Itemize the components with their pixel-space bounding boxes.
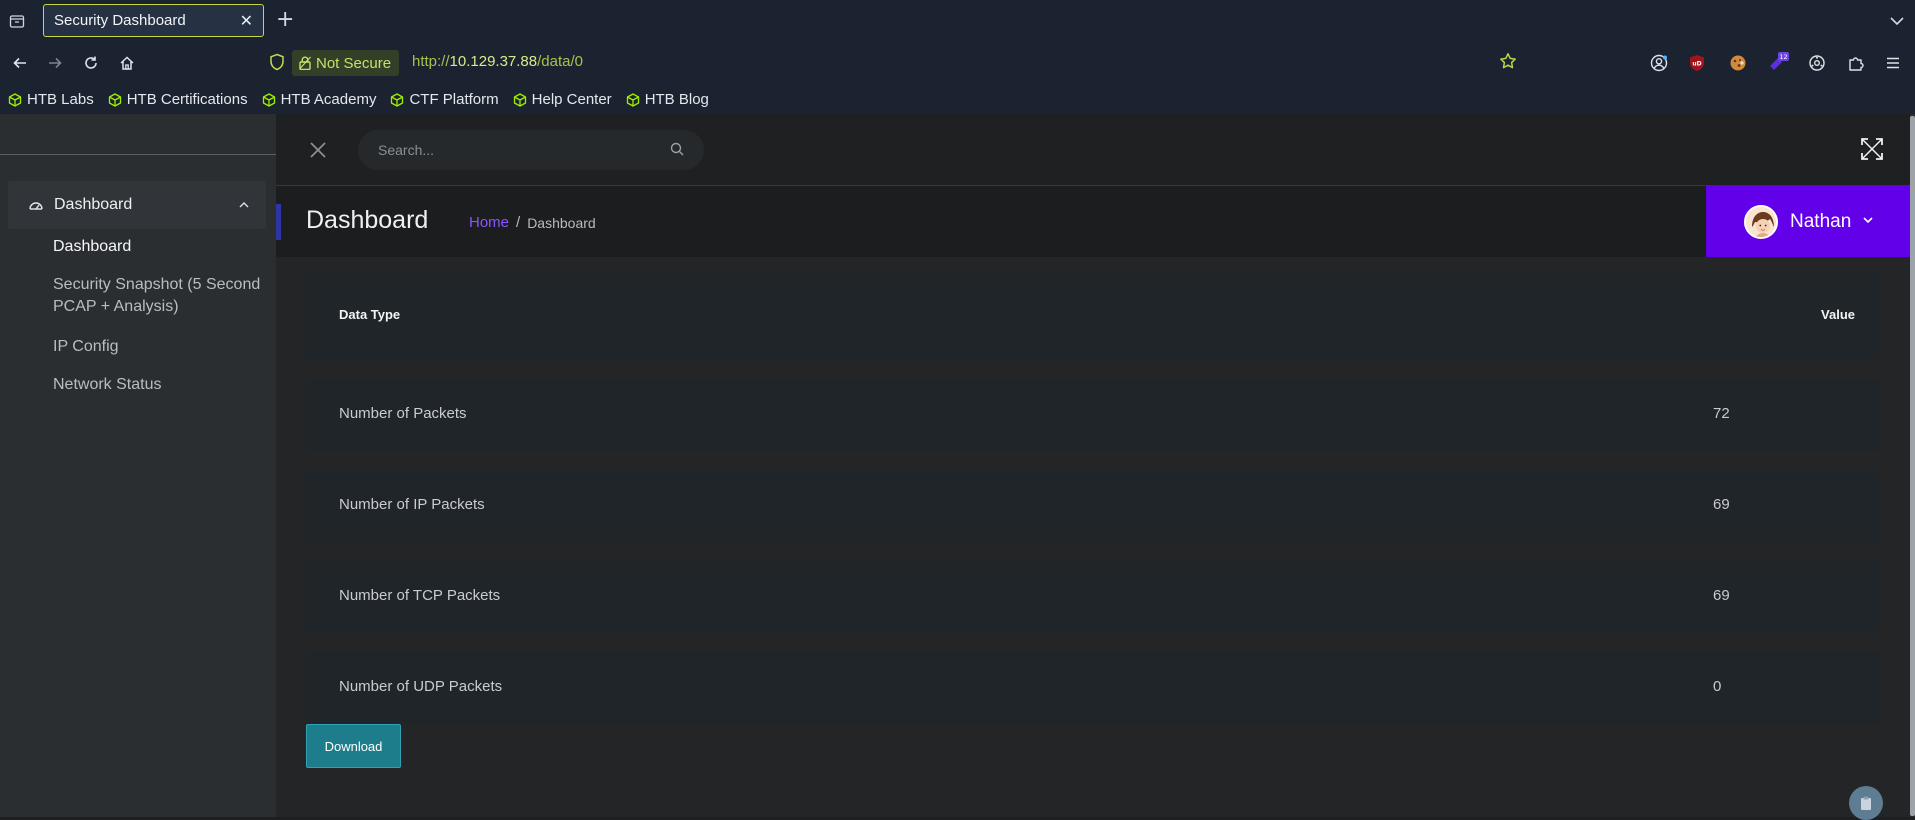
floating-chat-button[interactable] [1849,786,1883,820]
chevron-down-icon [1861,212,1875,231]
breadcrumb-home-link[interactable]: Home [469,214,509,231]
htb-cube-icon [108,92,121,107]
extensions-puzzle-icon[interactable] [1845,52,1867,74]
search-icon[interactable] [670,141,684,160]
table-row: Number of Packets 72 [306,379,1880,451]
svg-text:uD: uD [1692,61,1701,68]
extension-badge-count: 12 [1779,53,1787,61]
scrollbar-thumb[interactable] [1910,116,1915,816]
browser-tab[interactable]: Security Dashboard ✕ [43,4,264,37]
tab-close-icon[interactable]: ✕ [240,11,253,31]
url-bar[interactable]: http://10.129.37.88/data/0 [412,53,583,70]
table-row: Number of UDP Packets 0 [306,652,1880,724]
purple-extension-icon[interactable]: 12 [1767,52,1789,74]
bookmark-label: CTF Platform [409,91,499,108]
bookmark-label: HTB Blog [644,91,709,108]
bookmark-label: HTB Labs [27,91,94,108]
clipboard-icon [1861,796,1871,810]
cell-value: 69 [1713,587,1730,604]
bookmark-star-icon[interactable] [1499,52,1517,74]
bookmark-htb-labs[interactable]: HTB Labs [8,91,94,108]
ublock-origin-icon[interactable]: uD [1686,52,1708,74]
url-prefix: http:// [412,53,450,70]
fullscreen-icon[interactable] [1859,136,1885,166]
page-scrollbar[interactable] [1910,114,1915,817]
forward-icon[interactable] [44,52,66,74]
search-input[interactable] [378,142,670,158]
dashboard-gauge-icon [29,202,43,210]
page-title: Dashboard [306,206,429,234]
cell-value: 0 [1713,678,1722,695]
cell-value: 72 [1713,405,1730,422]
breadcrumb: Home / Dashboard [469,214,596,231]
column-header-value: Value [1821,307,1855,322]
home-icon[interactable] [116,52,138,74]
new-tab-button[interactable]: + [276,8,294,32]
table-header: Data Type Value [306,273,1880,359]
reload-icon[interactable] [80,52,102,74]
htb-cube-icon [626,92,639,107]
dashboard-app: Dashboard Dashboard Security Snapshot (5… [0,114,1915,820]
lock-icon [299,56,311,70]
tracking-protection-icon[interactable] [269,53,285,75]
breadcrumb-current: Dashboard [527,214,596,231]
cell-data-type: Number of TCP Packets [339,587,501,604]
browser-tab-bar: Security Dashboard ✕ + [0,0,1915,41]
url-path: /data/0 [537,53,583,70]
bookmark-htb-academy[interactable]: HTB Academy [262,91,377,108]
browser-nav-bar: Not Secure http://10.129.37.88/data/0 uD… [0,41,1915,85]
download-button[interactable]: Download [306,724,401,768]
chevron-up-icon[interactable] [237,197,251,216]
sidebar-item-network-status[interactable]: Network Status [53,374,263,396]
bookmark-ctf-platform[interactable]: CTF Platform [390,91,499,108]
htb-cube-icon [8,92,22,107]
bookmark-label: HTB Academy [280,91,377,108]
table-row: Number of TCP Packets 69 [306,561,1880,633]
column-header-data-type: Data Type [339,307,401,322]
htb-cube-icon [262,92,275,107]
search-box [358,130,704,170]
sidebar-item-dashboard[interactable]: Dashboard [53,236,263,258]
cookie-extension-icon[interactable] [1727,52,1749,74]
tab-title: Security Dashboard [54,12,186,29]
account-icon[interactable] [1648,52,1670,74]
settings-extension-icon[interactable] [1806,52,1828,74]
cell-data-type: Number of UDP Packets [339,678,503,695]
header-accent-bar [276,204,281,240]
close-sidebar-icon[interactable] [309,141,327,163]
breadcrumb-separator: / [516,214,521,231]
cell-data-type: Number of IP Packets [339,496,485,513]
user-name: Nathan [1790,210,1852,232]
url-host: 10.129.37.88 [449,53,538,70]
page-header: Dashboard Home / Dashboard [276,186,1915,257]
user-menu[interactable]: Nathan [1706,186,1913,257]
cell-value: 69 [1713,496,1730,513]
list-all-tabs-icon[interactable] [1889,12,1905,31]
sidebar-group-label: Dashboard [54,196,133,213]
avatar [1744,204,1778,239]
top-bar [276,114,1915,186]
table-row: Number of IP Packets 69 [306,470,1880,542]
sidebar-group-dashboard[interactable]: Dashboard [8,181,266,229]
bookmark-label: HTB Certifications [126,91,248,108]
cell-data-type: Number of Packets [339,405,467,422]
menu-hamburger-icon[interactable] [1882,52,1904,74]
htb-cube-icon [513,92,526,107]
sidebar-item-ip-config[interactable]: IP Config [53,336,263,358]
back-icon[interactable] [9,52,31,74]
bookmark-label: Help Center [531,91,612,108]
bookmarks-bar: HTB Labs HTB Certifications HTB Academy … [0,85,1915,114]
bookmark-htb-blog[interactable]: HTB Blog [626,91,709,108]
not-secure-badge[interactable]: Not Secure [292,50,400,76]
tab-list-icon[interactable] [2,6,32,36]
sidebar-divider [0,154,276,155]
htb-cube-icon [391,92,404,107]
sidebar: Dashboard Dashboard Security Snapshot (5… [0,114,276,817]
sidebar-item-security-snapshot[interactable]: Security Snapshot (5 Second PCAP + Analy… [53,274,263,318]
bookmark-help-center[interactable]: Help Center [513,91,612,108]
not-secure-label: Not Secure [316,54,392,72]
bookmark-htb-certifications[interactable]: HTB Certifications [108,91,248,108]
